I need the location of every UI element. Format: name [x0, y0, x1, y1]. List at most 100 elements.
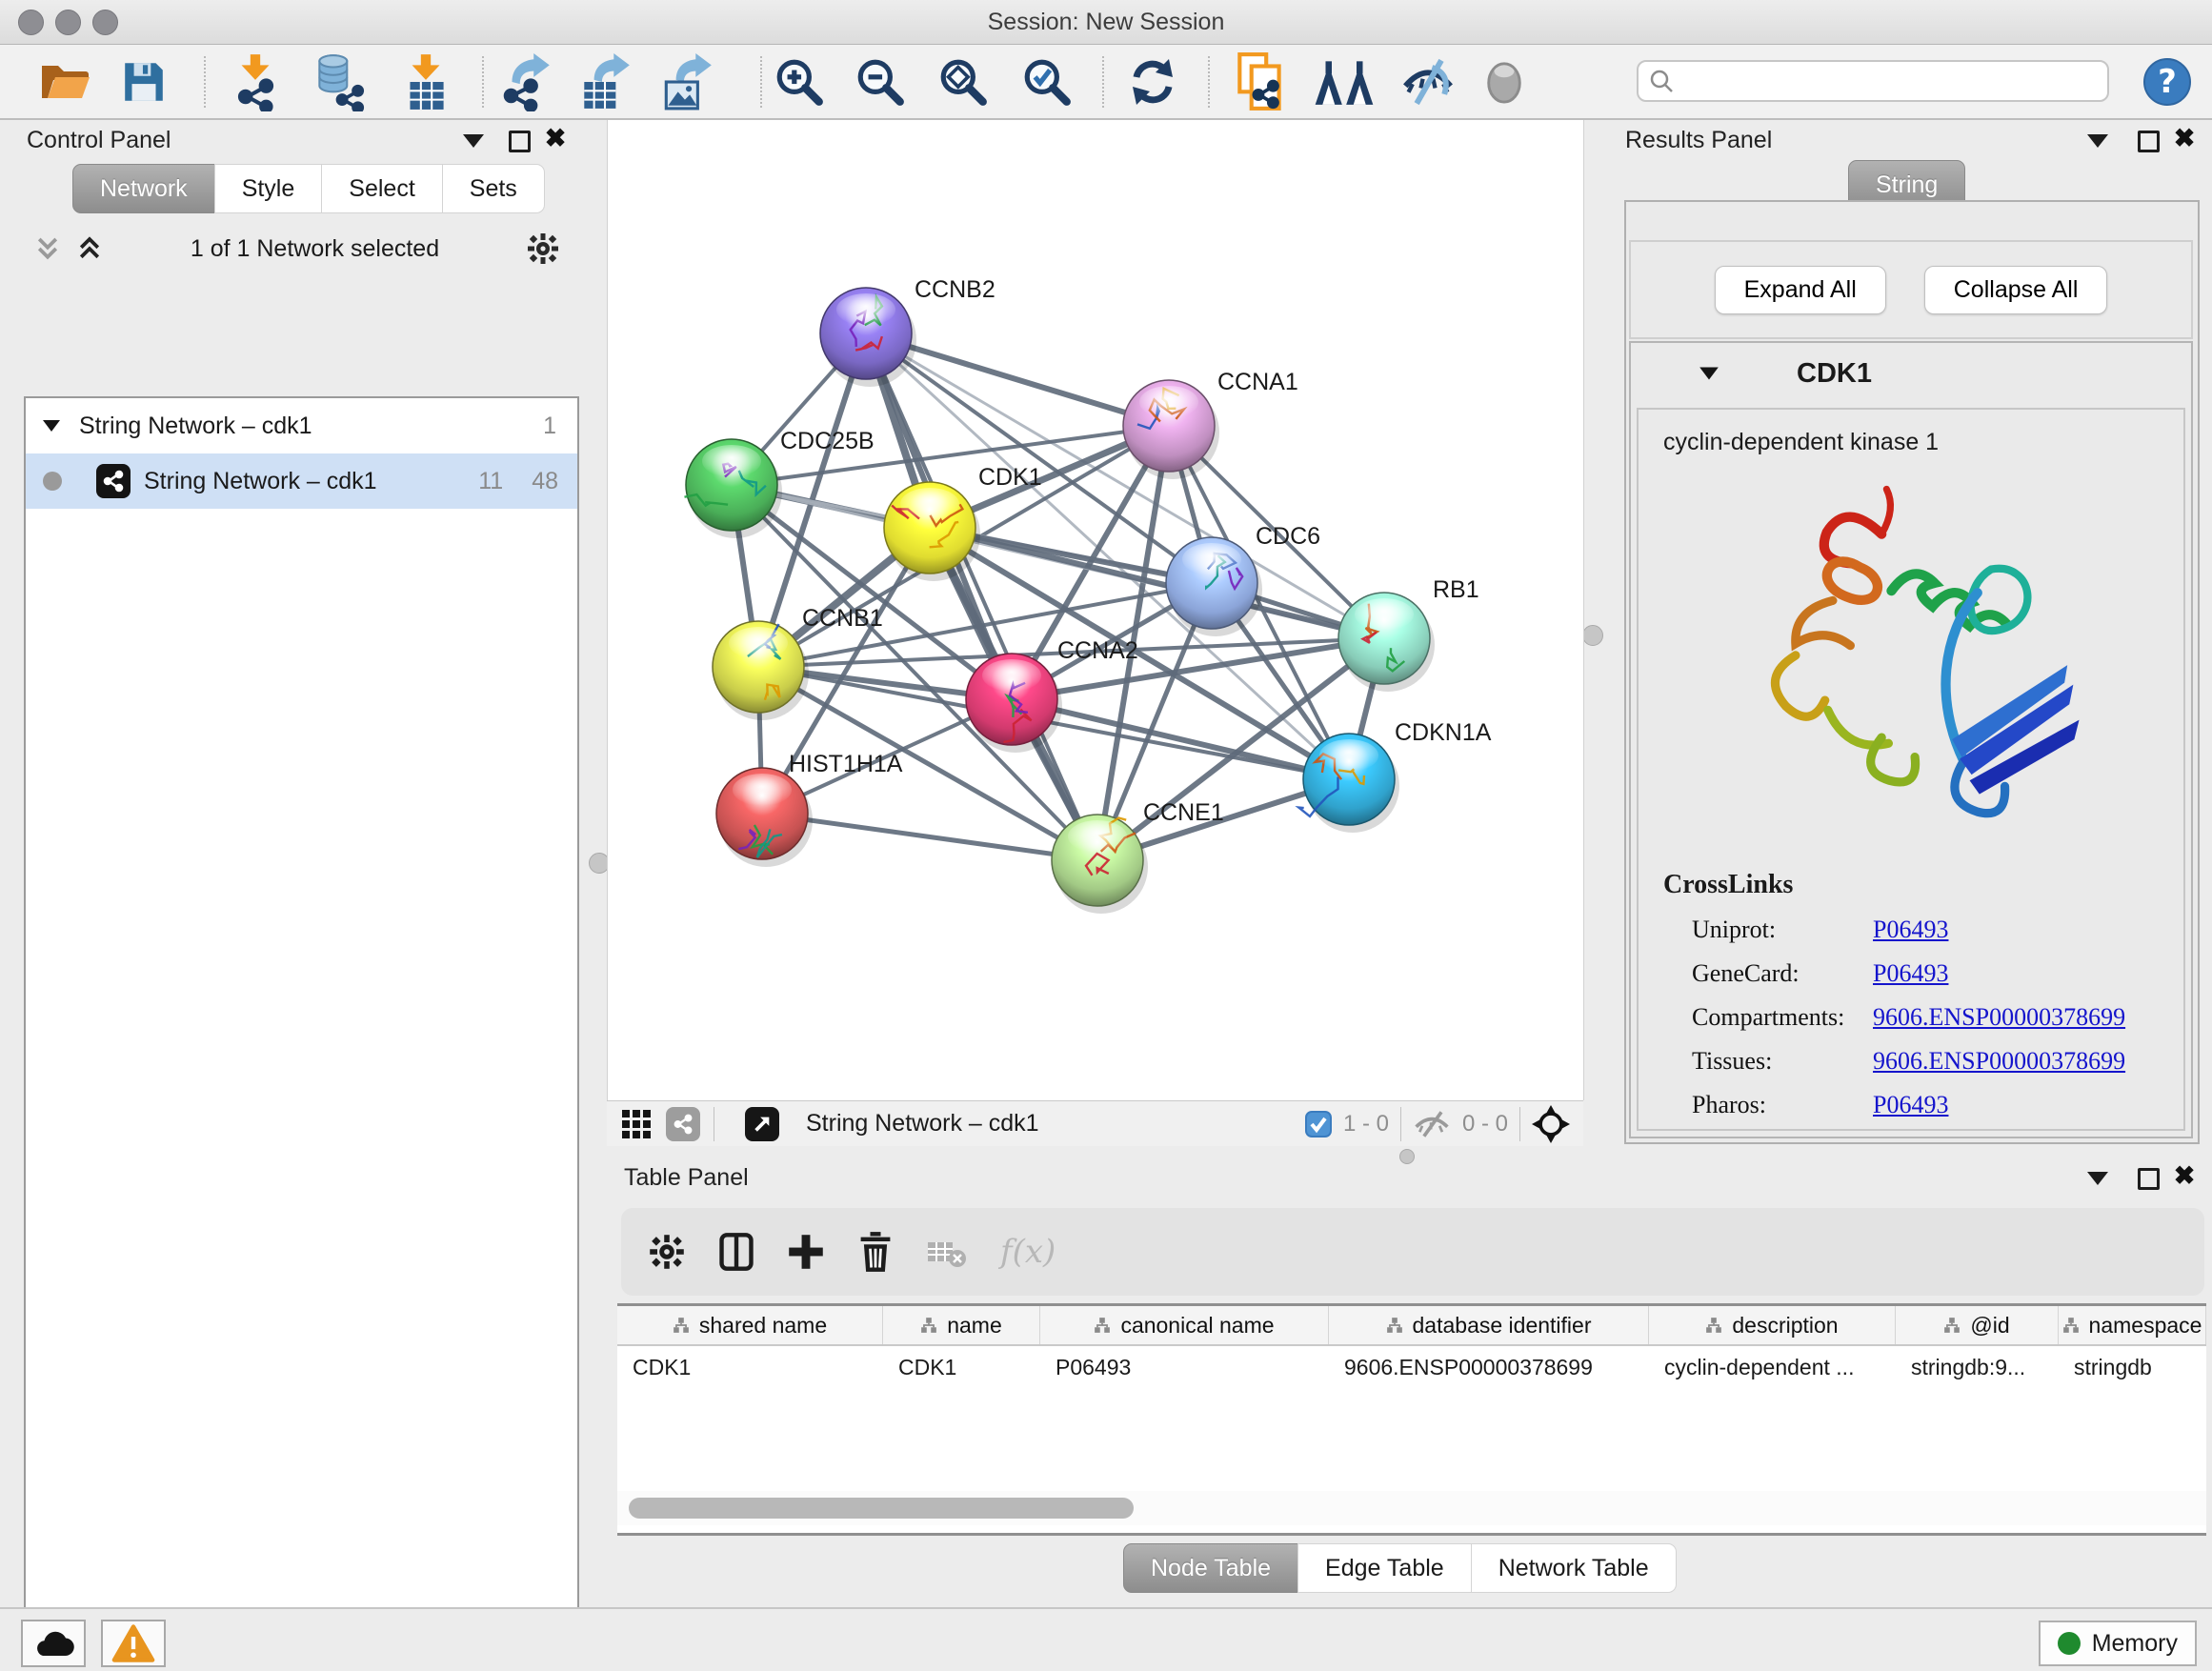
section-collapse-icon[interactable]	[1698, 364, 1720, 383]
table-cell[interactable]: stringdb:9...	[1896, 1346, 2059, 1388]
crosslink-row: Pharos: P06493	[1692, 1091, 2183, 1119]
export-table-icon[interactable]	[577, 52, 633, 111]
tab-node-table[interactable]: Node Table	[1123, 1543, 1298, 1593]
right-divider-grip[interactable]	[1582, 625, 1603, 646]
panel-close-icon[interactable]: ✖	[2168, 1161, 2201, 1190]
expand-all-icon[interactable]	[75, 234, 104, 263]
network-canvas[interactable]: CCNB2CCNA1CDC25BCDK1CDC6RB1CCNB1CCNA2CDK…	[607, 120, 1584, 1100]
column-header-id[interactable]: @id	[1896, 1306, 2059, 1344]
tab-network[interactable]: Network	[72, 164, 215, 213]
crosslink-uniprot[interactable]: P06493	[1873, 916, 1948, 944]
export-network-icon[interactable]	[499, 52, 554, 111]
column-header-name[interactable]: name	[883, 1306, 1040, 1344]
memory-button[interactable]: Memory	[2039, 1621, 2197, 1666]
search-box	[1637, 60, 2109, 102]
tree-expand-icon[interactable]	[41, 417, 62, 434]
tab-select[interactable]: Select	[321, 164, 442, 213]
column-type-icon	[1094, 1317, 1111, 1334]
tab-sets[interactable]: Sets	[442, 164, 545, 213]
title-bar: Session: New Session	[0, 0, 2212, 45]
crosslink-tissues[interactable]: 9606.ENSP00000378699	[1873, 1047, 2125, 1076]
crosshair-icon[interactable]	[1532, 1105, 1570, 1143]
table-options-gear-icon[interactable]	[648, 1233, 686, 1271]
svg-text:CCNA2: CCNA2	[1057, 637, 1138, 664]
network-row-selected[interactable]: String Network – cdk1 11 48	[26, 453, 577, 509]
first-neighbors-icon[interactable]	[1313, 52, 1376, 111]
add-column-icon[interactable]	[787, 1233, 825, 1271]
panel-menu-icon[interactable]	[2081, 127, 2114, 155]
table-cell[interactable]: cyclin-dependent ...	[1649, 1346, 1896, 1388]
tab-network-table[interactable]: Network Table	[1471, 1543, 1677, 1593]
table-toolbar: f(x)	[621, 1208, 2204, 1296]
crosslink-compartments[interactable]: 9606.ENSP00000378699	[1873, 1003, 2125, 1032]
search-input[interactable]	[1675, 68, 2098, 94]
panel-float-icon[interactable]	[503, 127, 535, 155]
warning-button[interactable]	[101, 1620, 166, 1667]
panel-menu-icon[interactable]	[457, 127, 490, 155]
save-session-icon[interactable]	[120, 52, 168, 111]
import-table-file-icon[interactable]	[400, 52, 452, 111]
network-options-gear-icon[interactable]	[526, 232, 560, 266]
toolbar-separator	[482, 56, 484, 108]
hidden-eye-icon[interactable]	[1413, 1109, 1451, 1139]
crosslink-pharos[interactable]: P06493	[1873, 1091, 1948, 1119]
protein-section-header[interactable]: CDK1	[1631, 343, 2191, 404]
export-image-icon[interactable]	[659, 52, 714, 111]
tab-edge-table[interactable]: Edge Table	[1297, 1543, 1472, 1593]
column-header-canonicalname[interactable]: canonical name	[1040, 1306, 1329, 1344]
column-header-databaseidentifier[interactable]: database identifier	[1329, 1306, 1649, 1344]
panel-menu-icon[interactable]	[2081, 1164, 2114, 1193]
collapse-all-icon[interactable]	[33, 234, 62, 263]
column-header-description[interactable]: description	[1649, 1306, 1896, 1344]
expand-all-button[interactable]: Expand All	[1715, 266, 1886, 314]
scrollbar-thumb[interactable]	[629, 1498, 1134, 1519]
column-label: @id	[1970, 1313, 2009, 1339]
svg-text:CCNE1: CCNE1	[1143, 799, 1224, 826]
table-cell[interactable]: CDK1	[617, 1346, 883, 1388]
table-cell[interactable]: 9606.ENSP00000378699	[1329, 1346, 1649, 1388]
diagonal-arrow-icon[interactable]	[745, 1107, 779, 1141]
column-header-sharedname[interactable]: shared name	[617, 1306, 883, 1344]
control-panel-title: Control Panel	[27, 127, 171, 154]
tab-style[interactable]: Style	[214, 164, 323, 213]
hide-selected-icon[interactable]	[1398, 52, 1458, 111]
string-share-icon[interactable]	[666, 1107, 700, 1141]
table-cell[interactable]: stringdb	[2059, 1346, 2206, 1388]
crosslink-genecard[interactable]: P06493	[1873, 959, 1948, 988]
table-horizontal-scrollbar[interactable]	[617, 1491, 2206, 1525]
collapse-all-button[interactable]: Collapse All	[1924, 266, 2108, 314]
zoom-selected-icon[interactable]	[1021, 52, 1073, 111]
new-network-from-selection-icon[interactable]	[1235, 52, 1286, 111]
zoom-in-icon[interactable]	[774, 52, 825, 111]
panel-close-icon[interactable]: ✖	[539, 124, 572, 152]
zoom-out-icon[interactable]	[855, 52, 906, 111]
column-header-namespace[interactable]: namespace	[2059, 1306, 2206, 1344]
svg-text:?: ?	[2158, 63, 2177, 101]
show-columns-icon[interactable]	[718, 1232, 754, 1272]
import-network-database-icon[interactable]	[311, 52, 368, 111]
network-graph[interactable]: CCNB2CCNA1CDC25BCDK1CDC6RB1CCNB1CCNA2CDK…	[608, 120, 1583, 1100]
zoom-fit-icon[interactable]	[937, 52, 989, 111]
table-row[interactable]: CDK1CDK1P064939606.ENSP00000378699cyclin…	[617, 1346, 2206, 1388]
open-session-icon[interactable]	[38, 52, 91, 111]
cloud-button[interactable]	[21, 1620, 86, 1667]
panel-float-icon[interactable]	[2132, 127, 2164, 155]
panel-close-icon[interactable]: ✖	[2168, 124, 2201, 152]
import-network-file-icon[interactable]	[229, 52, 282, 111]
panel-float-icon[interactable]	[2132, 1164, 2164, 1193]
table-cell[interactable]: P06493	[1040, 1346, 1329, 1388]
help-icon[interactable]: ?	[2142, 52, 2193, 111]
selected-checkbox-icon[interactable]	[1305, 1111, 1332, 1137]
network-collection-row[interactable]: String Network – cdk1 1	[26, 398, 577, 453]
crosslinks-title: CrossLinks	[1663, 870, 2183, 900]
show-all-icon[interactable]	[1482, 52, 1526, 111]
delete-column-icon[interactable]	[857, 1231, 894, 1273]
search-icon	[1648, 68, 1675, 94]
grid-icon[interactable]	[620, 1108, 653, 1140]
memory-label: Memory	[2092, 1630, 2178, 1658]
column-label: database identifier	[1413, 1313, 1592, 1339]
column-type-icon	[920, 1317, 937, 1334]
refresh-icon[interactable]	[1128, 52, 1177, 111]
table-cell[interactable]: CDK1	[883, 1346, 1040, 1388]
svg-text:HIST1H1A: HIST1H1A	[789, 751, 903, 777]
